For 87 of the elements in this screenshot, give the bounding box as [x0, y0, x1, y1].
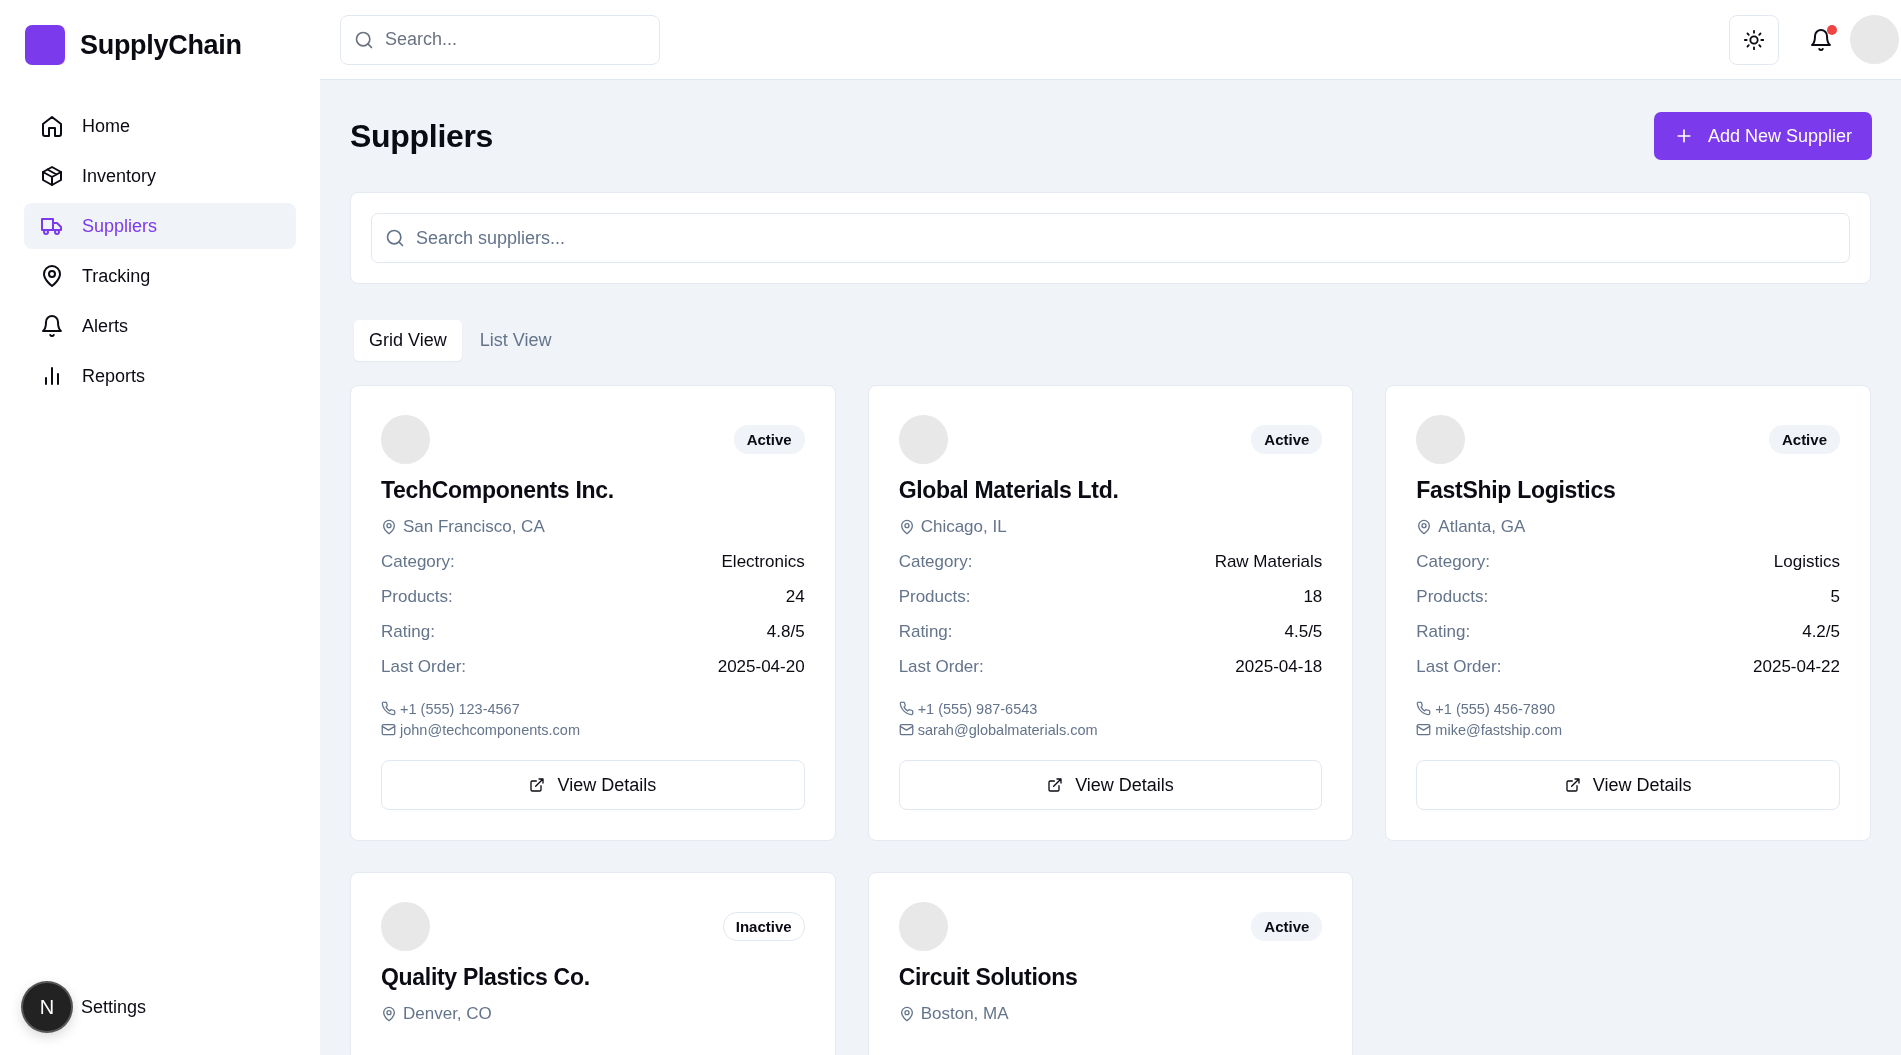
- detail-label: Last Order:: [381, 656, 467, 677]
- detail-value: Raw Materials: [1214, 551, 1323, 572]
- detail-value: 4.5/5: [1284, 621, 1323, 642]
- add-supplier-button[interactable]: Add New Supplier: [1653, 112, 1872, 160]
- phone-number: +1 (555) 456-7890: [1435, 700, 1556, 717]
- detail-label: Rating:: [898, 621, 953, 642]
- external-link-icon: [1047, 777, 1064, 793]
- status-badge: Active: [1768, 425, 1840, 454]
- location-pin-icon: [381, 519, 397, 535]
- detail-label: Category:: [898, 551, 973, 572]
- detail-label: Rating:: [381, 621, 435, 642]
- view-details-button[interactable]: View Details: [381, 760, 805, 810]
- status-badge: Active: [733, 425, 805, 454]
- email-address: mike@fastship.com: [1435, 721, 1563, 738]
- status-badge: Inactive: [722, 912, 805, 941]
- home-icon: [40, 114, 64, 138]
- location-pin-icon: [1416, 519, 1433, 535]
- mail-icon: [1416, 722, 1432, 737]
- bell-icon: [40, 314, 64, 338]
- supplier-name: FastShip Logistics: [1416, 476, 1617, 504]
- detail-value: 2025-04-22: [1753, 656, 1840, 677]
- brand-name: SupplyChain: [80, 29, 242, 61]
- search-icon: [385, 228, 405, 248]
- supplier-name: Global Materials Ltd.: [898, 476, 1120, 504]
- supplier-search-field[interactable]: Search suppliers...: [371, 213, 1850, 263]
- supplier-location: Boston, MA: [920, 1004, 1009, 1024]
- supplier-name: Circuit Solutions: [898, 963, 1079, 991]
- detail-label: Last Order:: [1416, 656, 1502, 677]
- nav-item[interactable]: Alerts: [24, 303, 296, 349]
- search-field[interactable]: Search...: [340, 14, 660, 65]
- bell-icon: [1809, 27, 1833, 52]
- search-icon: [354, 29, 374, 50]
- logo-icon: [25, 25, 65, 65]
- detail-value: 5: [1830, 586, 1840, 607]
- settings-link[interactable]: Settings: [81, 996, 147, 1018]
- status-badge: Active: [1251, 425, 1323, 454]
- location-pin-icon: [40, 264, 64, 288]
- box-icon: [40, 164, 64, 188]
- view-tab[interactable]: List View: [464, 320, 567, 361]
- location-pin-icon: [898, 1006, 915, 1022]
- detail-label: Products:: [1416, 586, 1489, 607]
- nav-item[interactable]: Suppliers: [24, 203, 296, 249]
- phone-icon: [1416, 701, 1432, 716]
- phone-number: +1 (555) 987-6543: [917, 700, 1038, 717]
- detail-value: 4.2/5: [1802, 621, 1840, 642]
- page-title: Suppliers: [350, 117, 494, 155]
- detail-value: Logistics: [1773, 551, 1840, 572]
- detail-value: 2025-04-20: [717, 656, 805, 677]
- detail-value: 4.8/5: [766, 621, 805, 642]
- mail-icon: [381, 722, 396, 737]
- phone-icon: [381, 701, 396, 716]
- nav-item[interactable]: Home: [24, 103, 296, 149]
- detail-value: 2025-04-18: [1235, 656, 1323, 677]
- theme-toggle-button[interactable]: [1729, 14, 1779, 65]
- nav-item[interactable]: Inventory: [24, 153, 296, 199]
- supplier-location: Denver, CO: [403, 1004, 492, 1024]
- detail-label: Rating:: [1416, 621, 1471, 642]
- dev-indicator-badge[interactable]: N: [23, 983, 71, 1031]
- location-pin-icon: [898, 519, 915, 535]
- supplier-location: San Francisco, CA: [403, 517, 545, 537]
- sun-icon: [1743, 28, 1765, 51]
- detail-value: Electronics: [721, 551, 805, 572]
- detail-value: 18: [1303, 586, 1323, 607]
- detail-label: Last Order:: [898, 656, 984, 677]
- mail-icon: [898, 722, 914, 737]
- supplier-name: Quality Plastics Co.: [381, 963, 591, 991]
- phone-icon: [898, 701, 914, 716]
- email-address: sarah@globalmaterials.com: [917, 721, 1098, 738]
- detail-label: Products:: [381, 586, 453, 607]
- detail-label: Category:: [1416, 551, 1491, 572]
- nav-item[interactable]: Reports: [24, 353, 296, 399]
- view-details-button[interactable]: View Details: [898, 760, 1323, 810]
- external-link-icon: [529, 777, 546, 793]
- location-pin-icon: [381, 1006, 397, 1022]
- nav-item[interactable]: Tracking: [24, 253, 296, 299]
- supplier-location: Chicago, IL: [920, 517, 1007, 537]
- supplier-location: Atlanta, GA: [1438, 517, 1526, 537]
- phone-number: +1 (555) 123-4567: [400, 700, 520, 717]
- status-badge: Active: [1251, 912, 1323, 941]
- supplier-name: TechComponents Inc.: [381, 476, 615, 504]
- view-tab[interactable]: Grid View: [354, 320, 462, 361]
- detail-label: Category:: [381, 551, 455, 572]
- view-details-button[interactable]: View Details: [1416, 760, 1840, 810]
- external-link-icon: [1564, 777, 1581, 793]
- detail-value: 24: [785, 586, 805, 607]
- detail-label: Products:: [898, 586, 971, 607]
- email-address: john@techcomponents.com: [400, 721, 580, 738]
